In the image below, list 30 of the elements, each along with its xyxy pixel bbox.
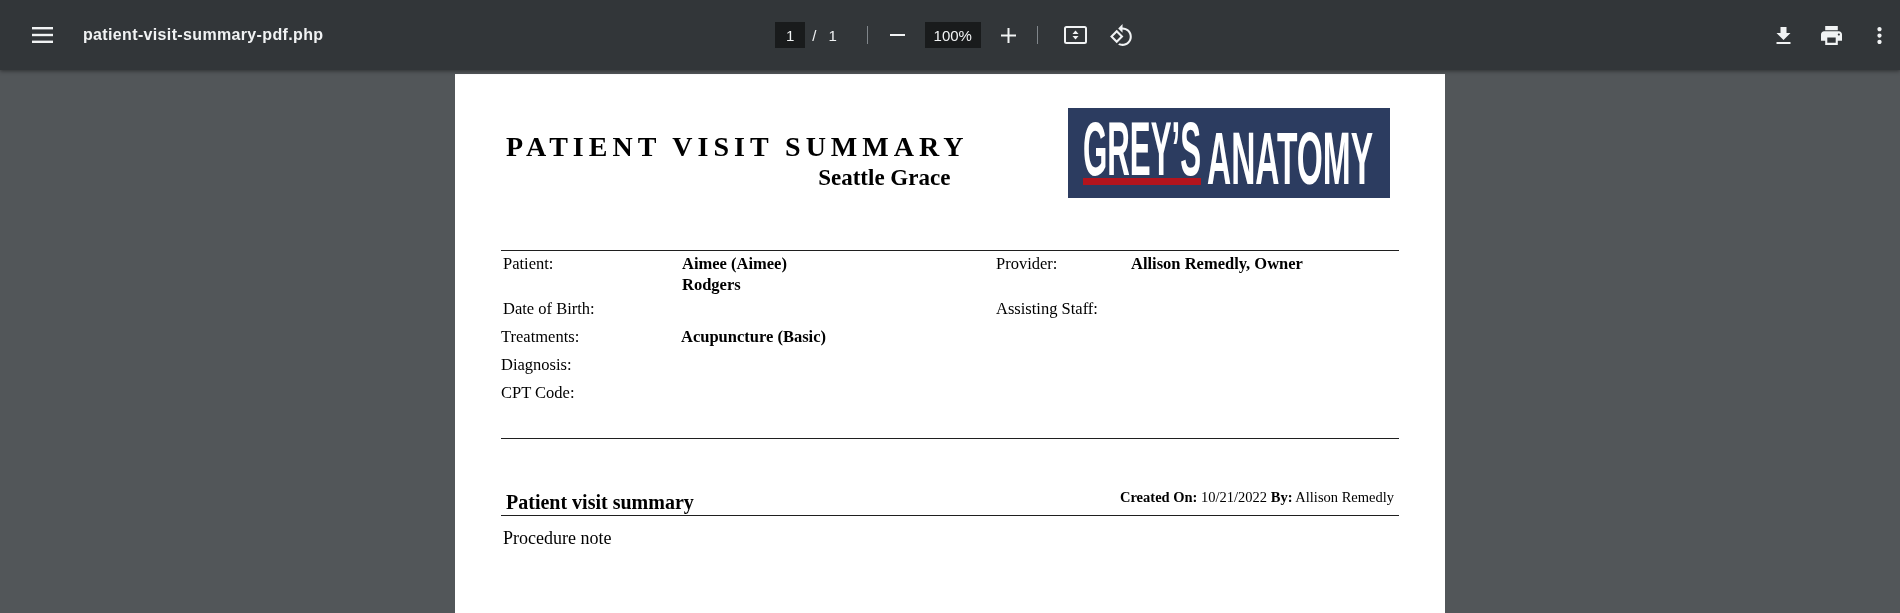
- field-value: Acupuncture (Basic): [681, 326, 826, 347]
- field-value: Allison Remedly, Owner: [1131, 253, 1303, 274]
- field-label: Provider:: [996, 254, 1058, 273]
- clinic-name: Seattle Grace: [818, 165, 951, 191]
- section-heading: Patient visit summary: [506, 491, 694, 513]
- field-label: Treatments:: [501, 327, 580, 346]
- file-name: patient-visit-summary-pdf.php: [83, 26, 324, 44]
- created-info-text: Created On: 10/21/2022 By: Allison Remedly: [1119, 489, 1394, 505]
- plus-icon: [1001, 27, 1017, 43]
- more-icon: [1876, 26, 1882, 44]
- field-label: Date of Birth:: [503, 299, 595, 318]
- print-icon: [1820, 25, 1842, 45]
- page-separator: /: [812, 26, 817, 44]
- field-value: Aimee (Aimee) Rodgers: [682, 253, 788, 295]
- field-label: Assisting Staff:: [996, 299, 1098, 318]
- document-title: PATIENT VISIT SUMMARY: [506, 132, 969, 162]
- page-number-field[interactable]: 1: [775, 22, 806, 48]
- download-icon: [1775, 26, 1791, 44]
- zoom-level-field[interactable]: 100%: [924, 22, 981, 48]
- field-label: CPT Code:: [501, 383, 575, 402]
- field-label: Diagnosis:: [501, 355, 572, 374]
- rotate-icon: [1109, 24, 1132, 46]
- note-text: Procedure note: [502, 528, 613, 548]
- logo-text: GREY’S: [1082, 120, 1201, 185]
- page-total: 1: [828, 26, 837, 44]
- field-label: Patient:: [503, 254, 554, 273]
- minus-icon: [890, 34, 906, 36]
- fit-page-icon: [1064, 26, 1088, 44]
- logo-text: ANATOMY: [1207, 131, 1374, 187]
- menu-icon: [31, 27, 53, 43]
